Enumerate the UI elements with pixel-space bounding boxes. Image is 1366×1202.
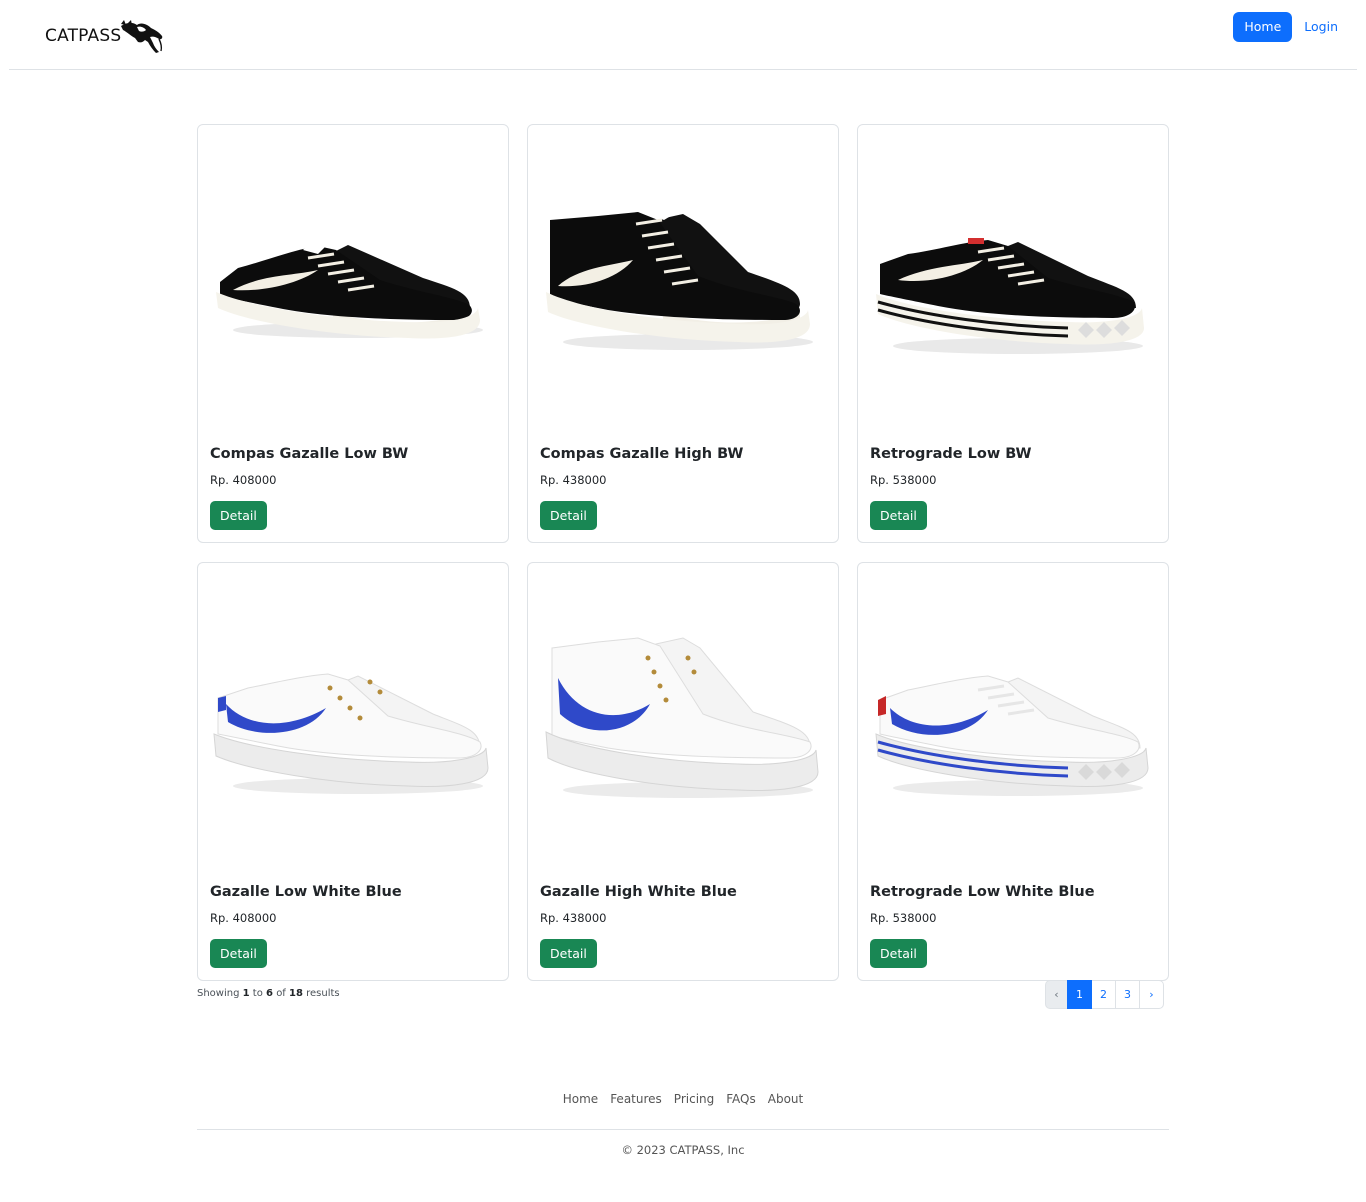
product-price: Rp. 538000 (870, 473, 937, 487)
footer-divider (197, 1129, 1169, 1130)
pagination: ‹ 1 2 3 › (1045, 980, 1164, 1009)
footer-nav: Home Features Pricing FAQs About (197, 1092, 1169, 1106)
product-card: Compas Gazalle High BW Rp. 438000 Detail (527, 124, 839, 543)
pagination-next-button[interactable]: › (1139, 980, 1164, 1009)
results-to-word: to (252, 988, 263, 999)
white-blue-low-sneaker-icon (213, 673, 489, 794)
product-price: Rp. 438000 (540, 911, 607, 925)
main-nav: Home Login (1233, 12, 1349, 42)
results-summary: Showing 1 to 6 of 18 results (197, 988, 340, 999)
black-low-sneaker-icon (216, 240, 483, 339)
product-title[interactable]: Gazalle Low White Blue (210, 884, 402, 900)
brand-name: CATPASS (45, 26, 122, 46)
results-to: 6 (266, 988, 273, 999)
product-price: Rp. 438000 (540, 473, 607, 487)
footer-link-about[interactable]: About (762, 1092, 809, 1106)
detail-button[interactable]: Detail (540, 501, 597, 530)
results-prefix: Showing (197, 988, 240, 999)
pagination-prev-button[interactable]: ‹ (1045, 980, 1068, 1009)
product-title[interactable]: Retrograde Low White Blue (870, 884, 1095, 900)
leaping-cat-icon (121, 20, 163, 53)
product-card: Retrograde Low White Blue Rp. 538000 Det… (857, 562, 1169, 981)
product-image (528, 125, 838, 435)
results-suffix: results (306, 988, 340, 999)
footer-link-pricing[interactable]: Pricing (668, 1092, 720, 1106)
product-price: Rp. 538000 (870, 911, 937, 925)
product-title[interactable]: Compas Gazalle High BW (540, 446, 743, 462)
product-card: Retrograde Low BW Rp. 538000 Detail (857, 124, 1169, 543)
white-blue-striped-low-sneaker-icon (875, 675, 1149, 796)
product-image (198, 563, 508, 873)
product-card: Compas Gazalle Low BW Rp. 408000 Detail (197, 124, 509, 543)
product-image (528, 563, 838, 873)
product-price: Rp. 408000 (210, 911, 277, 925)
product-title[interactable]: Retrograde Low BW (870, 446, 1032, 462)
detail-button[interactable]: Detail (540, 939, 597, 968)
product-price: Rp. 408000 (210, 473, 277, 487)
product-image (198, 125, 508, 435)
results-from: 1 (242, 988, 250, 999)
detail-button[interactable]: Detail (210, 939, 267, 968)
black-striped-low-sneaker-icon (876, 238, 1144, 354)
product-grid: Compas Gazalle Low BW Rp. 408000 Detail (197, 124, 1169, 981)
results-of-word: of (276, 988, 286, 999)
site-header: CATPASS Home Login (9, 0, 1357, 70)
detail-button[interactable]: Detail (870, 939, 927, 968)
nav-home-button[interactable]: Home (1233, 12, 1293, 42)
nav-login-link[interactable]: Login (1293, 12, 1349, 42)
product-title[interactable]: Compas Gazalle Low BW (210, 446, 408, 462)
copyright-text: © 2023 CATPASS, Inc (621, 1143, 745, 1157)
brand-logo[interactable]: CATPASS (45, 16, 165, 56)
white-blue-high-sneaker-icon (545, 637, 819, 798)
product-card: Gazalle Low White Blue Rp. 408000 Detail (197, 562, 509, 981)
product-title[interactable]: Gazalle High White Blue (540, 884, 737, 900)
detail-button[interactable]: Detail (870, 501, 927, 530)
black-high-sneaker-icon (546, 206, 813, 350)
product-image (858, 563, 1168, 873)
pagination-page-1[interactable]: 1 (1067, 980, 1092, 1009)
footer-link-features[interactable]: Features (604, 1092, 668, 1106)
detail-button[interactable]: Detail (210, 501, 267, 530)
product-image (858, 125, 1168, 435)
footer-link-faqs[interactable]: FAQs (720, 1092, 762, 1106)
pagination-page-3[interactable]: 3 (1115, 980, 1140, 1009)
pagination-page-2[interactable]: 2 (1091, 980, 1116, 1009)
results-total: 18 (289, 988, 303, 999)
product-card: Gazalle High White Blue Rp. 438000 Detai… (527, 562, 839, 981)
footer-link-home[interactable]: Home (557, 1092, 604, 1106)
